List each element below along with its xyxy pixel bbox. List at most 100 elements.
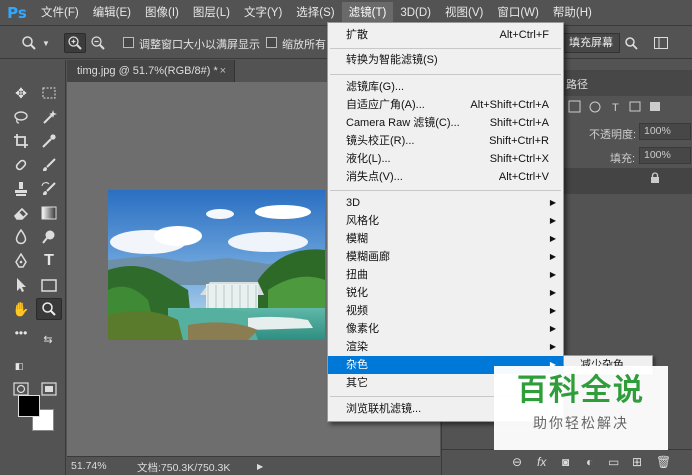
menu-item-convert-smart-filters[interactable]: 转换为智能滤镜(S) bbox=[328, 51, 563, 69]
default-colors-icon[interactable]: ◧ bbox=[12, 360, 26, 372]
menu-3d[interactable]: 3D(D) bbox=[393, 2, 438, 24]
zoom-all-checkbox[interactable] bbox=[266, 37, 277, 48]
more-tools-icon[interactable]: ••• bbox=[8, 322, 34, 344]
fx-icon[interactable]: fx bbox=[537, 455, 546, 469]
menu-item-camera-raw[interactable]: Camera Raw 滤镜(C)... Shift+Ctrl+A bbox=[328, 114, 563, 132]
menu-item-blur[interactable]: 模糊 ▶ bbox=[328, 230, 563, 248]
zoom-tool-icon[interactable] bbox=[18, 33, 40, 53]
submenu-arrow-icon: ▶ bbox=[549, 288, 556, 297]
move-tool-icon[interactable]: ✥ bbox=[8, 82, 34, 104]
menu-window[interactable]: 窗口(W) bbox=[490, 2, 546, 24]
type-tool-icon[interactable]: T bbox=[36, 250, 62, 272]
hand-tool-icon[interactable]: ✋ bbox=[8, 298, 34, 320]
tab-paths[interactable]: 路径 bbox=[566, 76, 588, 92]
menu-select[interactable]: 选择(S) bbox=[289, 2, 341, 24]
menu-item-liquify[interactable]: 液化(L)... Shift+Ctrl+X bbox=[328, 150, 563, 168]
fill-screen-button[interactable]: 填充屏幕 bbox=[562, 33, 620, 53]
menu-item-3d[interactable]: 3D ▶ bbox=[328, 194, 563, 212]
rectangle-tool-icon[interactable] bbox=[36, 274, 62, 296]
close-icon[interactable]: × bbox=[220, 60, 226, 82]
watermark: 百科全说 助你轻松解决 bbox=[494, 366, 668, 450]
layer-filter-icons: T bbox=[568, 100, 668, 117]
path-selection-tool-icon[interactable] bbox=[8, 274, 34, 296]
menu-item-render[interactable]: 渲染 ▶ bbox=[328, 338, 563, 356]
menu-item-label: Camera Raw 滤镜(C)... bbox=[346, 117, 460, 129]
menu-item-filter-gallery[interactable]: 滤镜库(G)... bbox=[328, 78, 563, 96]
menu-item-shortcut: Shift+Ctrl+A bbox=[489, 117, 549, 129]
eraser-tool-icon[interactable] bbox=[8, 202, 34, 224]
menu-edit[interactable]: 编辑(E) bbox=[86, 2, 138, 24]
menu-item-label: 风格化 bbox=[346, 215, 379, 227]
crop-tool-icon[interactable] bbox=[8, 130, 34, 152]
healing-brush-tool-icon[interactable] bbox=[8, 154, 34, 176]
menu-help[interactable]: 帮助(H) bbox=[546, 2, 599, 24]
menu-item-last-filter[interactable]: 扩散 Alt+Ctrl+F bbox=[328, 26, 563, 44]
menu-item-lens-correction[interactable]: 镜头校正(R)... Shift+Ctrl+R bbox=[328, 132, 563, 150]
menu-filter[interactable]: 滤镜(T) bbox=[341, 1, 394, 24]
document-tab[interactable]: timg.jpg @ 51.7%(RGB/8#) * × bbox=[67, 60, 235, 82]
menu-item-label: 渲染 bbox=[346, 341, 368, 353]
menu-type[interactable]: 文字(Y) bbox=[237, 2, 289, 24]
dodge-tool-icon[interactable] bbox=[36, 226, 62, 248]
new-group-icon[interactable]: ▭ bbox=[608, 455, 619, 469]
menu-item-label: 视频 bbox=[346, 305, 368, 317]
menu-item-sharpen[interactable]: 锐化 ▶ bbox=[328, 284, 563, 302]
menu-item-shortcut: Alt+Ctrl+V bbox=[498, 171, 549, 183]
add-mask-icon[interactable]: ◙ bbox=[562, 455, 569, 469]
menu-item-shortcut: Shift+Ctrl+X bbox=[489, 153, 549, 165]
magic-wand-tool-icon[interactable] bbox=[36, 106, 62, 128]
menu-item-shortcut: Shift+Ctrl+R bbox=[489, 135, 549, 147]
lasso-tool-icon[interactable] bbox=[8, 106, 34, 128]
menu-view[interactable]: 视图(V) bbox=[438, 2, 490, 24]
opacity-input[interactable]: 100% bbox=[639, 123, 691, 140]
menu-item-label: 转换为智能滤镜(S) bbox=[346, 54, 438, 66]
brush-tool-icon[interactable] bbox=[36, 154, 62, 176]
history-brush-tool-icon[interactable] bbox=[36, 178, 62, 200]
marquee-tool-icon[interactable] bbox=[36, 82, 62, 104]
zoom-in-icon[interactable] bbox=[64, 33, 86, 53]
menu-item-distort[interactable]: 扭曲 ▶ bbox=[328, 266, 563, 284]
menu-file[interactable]: 文件(F) bbox=[34, 2, 86, 24]
menu-item-vanishing-point[interactable]: 消失点(V)... Alt+Ctrl+V bbox=[328, 168, 563, 186]
zoom-tool-icon[interactable] bbox=[36, 298, 62, 320]
zoom-out-icon[interactable] bbox=[87, 33, 109, 53]
blur-tool-icon[interactable] bbox=[8, 226, 34, 248]
screen-mode-icon[interactable] bbox=[36, 378, 62, 400]
search-icon[interactable] bbox=[620, 33, 642, 53]
trash-icon[interactable]: 🗑 bbox=[656, 455, 671, 469]
workspace-icon[interactable] bbox=[650, 33, 672, 53]
menu-item-adaptive-wide-angle[interactable]: 自适应广角(A)... Alt+Shift+Ctrl+A bbox=[328, 96, 563, 114]
menu-item-shortcut: Alt+Shift+Ctrl+A bbox=[470, 99, 549, 111]
menu-item-video[interactable]: 视频 ▶ bbox=[328, 302, 563, 320]
link-layers-icon[interactable]: ⊖ bbox=[512, 455, 522, 469]
photoshop-logo: Ps bbox=[7, 3, 27, 22]
submenu-arrow-icon: ▶ bbox=[549, 270, 556, 279]
menu-image[interactable]: 图像(I) bbox=[138, 2, 186, 24]
new-layer-icon[interactable]: ⊞ bbox=[632, 455, 642, 469]
menu-item-label: 浏览联机滤镜... bbox=[346, 403, 422, 415]
eyedropper-tool-icon[interactable] bbox=[36, 130, 62, 152]
pen-tool-icon[interactable] bbox=[8, 250, 34, 272]
menu-item-pixelate[interactable]: 像素化 ▶ bbox=[328, 320, 563, 338]
watermark-title: 百科全说 bbox=[517, 373, 645, 408]
stamp-tool-icon[interactable] bbox=[8, 178, 34, 200]
tool-preset-chevron-icon[interactable]: ▼ bbox=[41, 33, 51, 53]
menu-item-label: 3D bbox=[346, 197, 361, 209]
gradient-tool-icon[interactable] bbox=[36, 202, 62, 224]
menu-separator bbox=[330, 48, 561, 49]
zoom-level[interactable]: 51.74% bbox=[71, 460, 107, 472]
resize-windows-checkbox[interactable] bbox=[123, 37, 134, 48]
menu-item-label: 镜头校正(R)... bbox=[346, 135, 415, 147]
fill-input[interactable]: 100% bbox=[639, 147, 691, 164]
submenu-arrow-icon: ▶ bbox=[549, 324, 556, 333]
menu-item-blur-gallery[interactable]: 模糊画廊 ▶ bbox=[328, 248, 563, 266]
opacity-label: 不透明度: bbox=[589, 129, 637, 141]
menu-item-stylize[interactable]: 风格化 ▶ bbox=[328, 212, 563, 230]
fill-label: 填充: bbox=[610, 153, 636, 165]
document-info: 文档:750.3K/750.3K bbox=[137, 462, 231, 474]
adjustment-layer-icon[interactable]: ◐ bbox=[586, 455, 593, 469]
status-arrow-icon[interactable]: ▶ bbox=[257, 462, 263, 471]
menu-layer[interactable]: 图层(L) bbox=[186, 2, 237, 24]
quick-mask-icon[interactable] bbox=[8, 378, 34, 400]
swap-colors-icon[interactable]: ⇆ bbox=[40, 332, 56, 346]
